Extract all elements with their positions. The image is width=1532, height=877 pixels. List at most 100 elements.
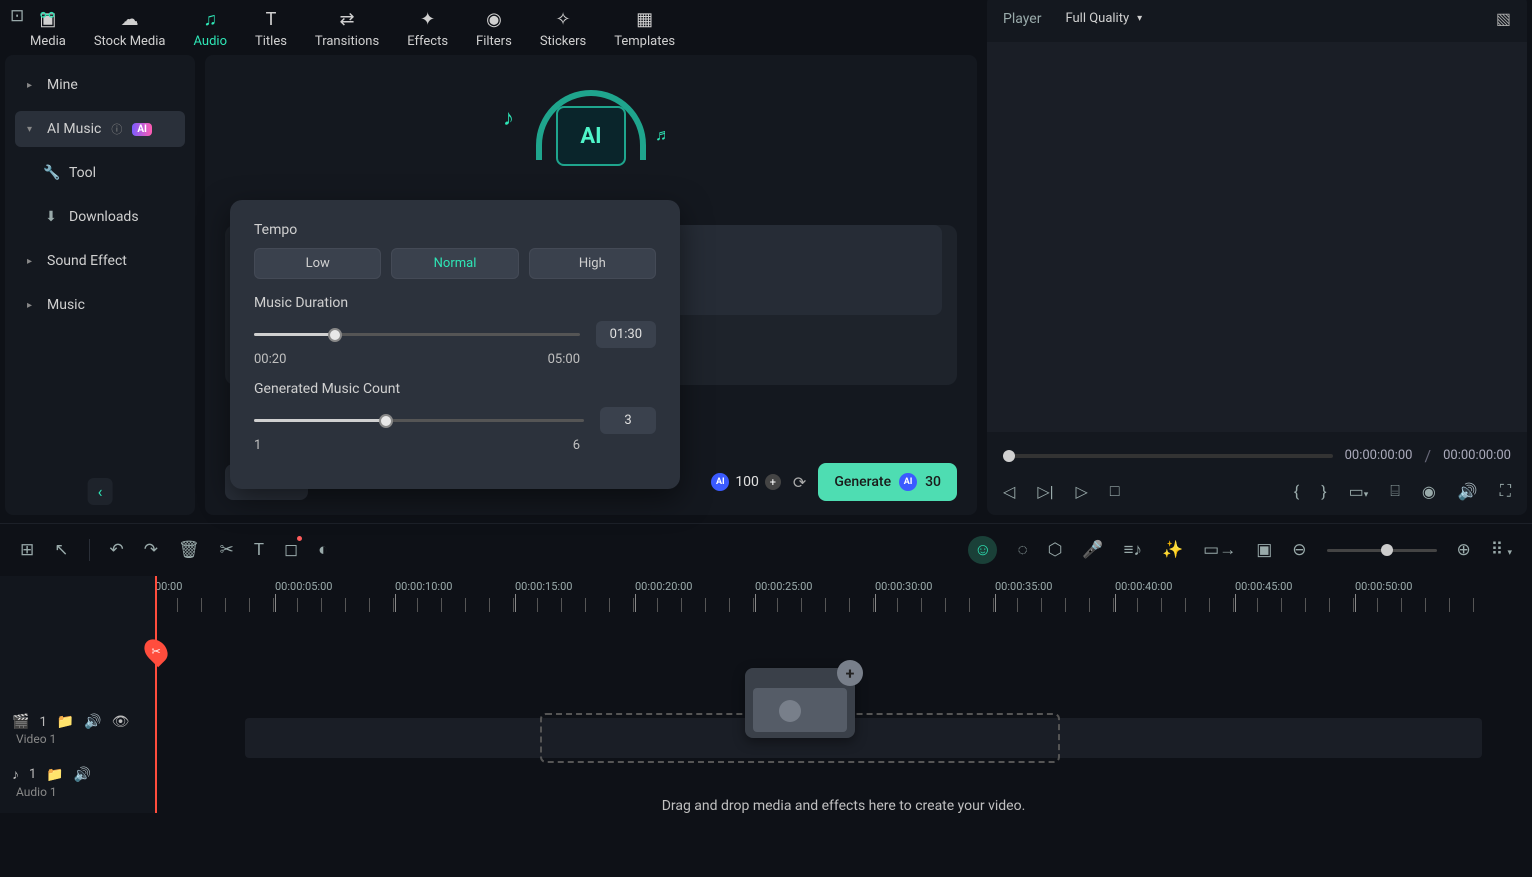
tab-effects-label: Effects [407,34,448,49]
snapshot-button[interactable]: ▧ [1496,9,1511,28]
generate-cost: 30 [925,474,941,490]
duration-value[interactable]: 01:30 [596,321,656,348]
stop-button[interactable]: □ [1110,481,1120,501]
timeline-toolbar: ⊞ ↖ ↶ ↷ 🗑 ✂ T ◻ ◐ ☺ ◌ ⬡ 🎤 ≡♪ ✨ ▭→ ▣ ⊖ ⊕ … [0,523,1532,576]
zoom-out-button[interactable]: ⊖ [1292,540,1306,560]
color-button[interactable]: ◐ [318,540,328,560]
undo-button[interactable]: ↶ [110,540,124,560]
auto-beat-button[interactable]: ✨ [1162,540,1183,560]
zoom-in-button[interactable]: ⊕ [1457,540,1471,560]
sidebar-collapse-button[interactable]: ‹ [88,478,113,505]
tab-stickers-label: Stickers [540,34,586,49]
play-button[interactable]: ▷ [1076,482,1088,501]
next-frame-button[interactable]: ▷| [1037,482,1053,501]
chevron-down-icon: ▾ [27,124,37,135]
player-time-current: 00:00:00:00 [1345,448,1413,463]
player-panel: Player Full Quality ▾ ▧ 00:00:00:00 / 00… [987,0,1527,515]
tab-templates[interactable]: ▦Templates [614,8,675,49]
audio-track-number: 1 [29,767,36,782]
adjustment-button[interactable]: ▣ [1256,540,1272,560]
selection-tool-button[interactable]: ↖ [54,540,68,560]
video-track-header[interactable]: 🎬1 📁 🔊 👁 Video 1 [0,708,155,760]
media-placeholder-card[interactable]: + [745,668,855,738]
tempo-low-button[interactable]: Low [254,248,381,279]
count-slider[interactable] [254,419,584,422]
ruler-tick: 00:00:30:00 [875,576,995,618]
chevron-right-icon: ▸ [27,300,37,311]
crop-button[interactable]: ◻ [284,540,298,560]
mark-in-button[interactable]: { [1294,482,1299,501]
mark-out-button[interactable]: } [1321,482,1326,501]
chevron-left-icon: ‹ [98,482,103,501]
ai-assistant-button[interactable]: ☺ [968,536,997,564]
tab-titles[interactable]: TTitles [255,8,287,49]
ruler-tick: 00:00:20:00 [635,576,755,618]
fullscreen-button[interactable]: ⛶ [1500,481,1511,501]
ruler-tick: 00:00:40:00 [1115,576,1235,618]
audio-track-name: Audio 1 [12,783,143,807]
playhead[interactable] [155,576,157,813]
track-add-button[interactable]: ⊡ [10,6,24,26]
sidebar-item-ai-music[interactable]: ▾AI Music ⓘ AI [15,111,185,147]
record-voice-button[interactable]: 🎤 [1082,540,1103,560]
folder-icon[interactable]: 📁 [57,714,74,730]
chevron-right-icon: ▸ [27,80,37,91]
ruler-tick: 00:00:05:00 [275,576,395,618]
duration-slider[interactable] [254,333,580,336]
audio-track-icon: ♪ [12,766,19,783]
track-link-button[interactable]: ⚯ [40,6,54,26]
folder-icon[interactable]: 📁 [46,767,63,783]
sidebar-item-mine[interactable]: ▸ Mine [15,67,185,103]
volume-button[interactable]: 🔊 [1458,482,1478,501]
tab-stock-label: Stock Media [94,34,166,49]
render-preview-button[interactable]: ▭→ [1203,540,1236,560]
camera-button[interactable]: ◉ [1422,482,1436,501]
add-track-button[interactable]: ⊞ [20,540,34,560]
player-canvas[interactable] [987,42,1527,432]
prev-frame-button[interactable]: ◁ [1003,482,1015,501]
tab-effects[interactable]: ✦Effects [407,8,448,49]
player-seek-slider[interactable] [1003,454,1333,458]
mute-button[interactable]: 🔊 [84,714,101,730]
redo-button[interactable]: ↷ [144,540,158,560]
sidebar-item-downloads[interactable]: ⬇Downloads [15,199,185,235]
tab-stickers[interactable]: ✧Stickers [540,8,586,49]
audio-mixer-button[interactable]: ≡♪ [1124,540,1142,560]
quality-dropdown[interactable]: Full Quality ▾ [1055,5,1152,32]
tempo-label: Tempo [254,222,656,238]
tempo-high-button[interactable]: High [529,248,656,279]
tab-stock-media[interactable]: ☁Stock Media [94,8,166,49]
marker-button[interactable]: ⬡ [1048,540,1063,560]
tempo-normal-button[interactable]: Normal [391,248,518,279]
sidebar-item-tool[interactable]: 🔧Tool [15,155,185,191]
info-icon: ⓘ [111,121,122,137]
count-value[interactable]: 3 [600,407,656,434]
refresh-button[interactable]: ⟳ [793,473,806,492]
zoom-slider[interactable] [1327,549,1437,552]
player-label: Player [1003,11,1041,27]
cut-button[interactable]: ✂ [220,540,234,560]
duration-label: Music Duration [254,295,656,311]
add-credits-button[interactable]: + [765,474,781,490]
tab-audio[interactable]: ♫Audio [194,8,227,49]
timeline-options-button[interactable]: ⠿ ▾ [1491,540,1512,560]
speed-button[interactable]: ◌ [1017,540,1027,560]
delete-button[interactable]: 🗑 [178,540,200,560]
text-tool-button[interactable]: T [254,540,264,560]
audio-track-header[interactable]: ♪ 1 📁 🔊 Audio 1 [0,760,155,813]
sidebar-item-sound-effect[interactable]: ▸Sound Effect [15,243,185,279]
sidebar-item-music[interactable]: ▸Music [15,287,185,323]
timeline-ruler[interactable]: 00:0000:00:05:0000:00:10:0000:00:15:0000… [155,576,1532,618]
sidebar-mine-label: Mine [47,77,78,93]
tab-filters[interactable]: ◉Filters [476,8,512,49]
duration-min: 00:20 [254,352,286,367]
mute-button[interactable]: 🔊 [74,767,91,783]
generate-button[interactable]: Generate AI 30 [818,463,957,501]
music-note-icon: ♫ [203,8,217,30]
add-media-button[interactable]: + [837,660,863,686]
visibility-button[interactable]: 👁 [112,714,130,730]
tab-transitions[interactable]: ⇄Transitions [315,8,379,49]
aspect-ratio-button[interactable]: ▭▾ [1349,482,1369,501]
display-button[interactable]: ⌸ [1390,481,1400,501]
ruler-tick: 00:00:25:00 [755,576,875,618]
